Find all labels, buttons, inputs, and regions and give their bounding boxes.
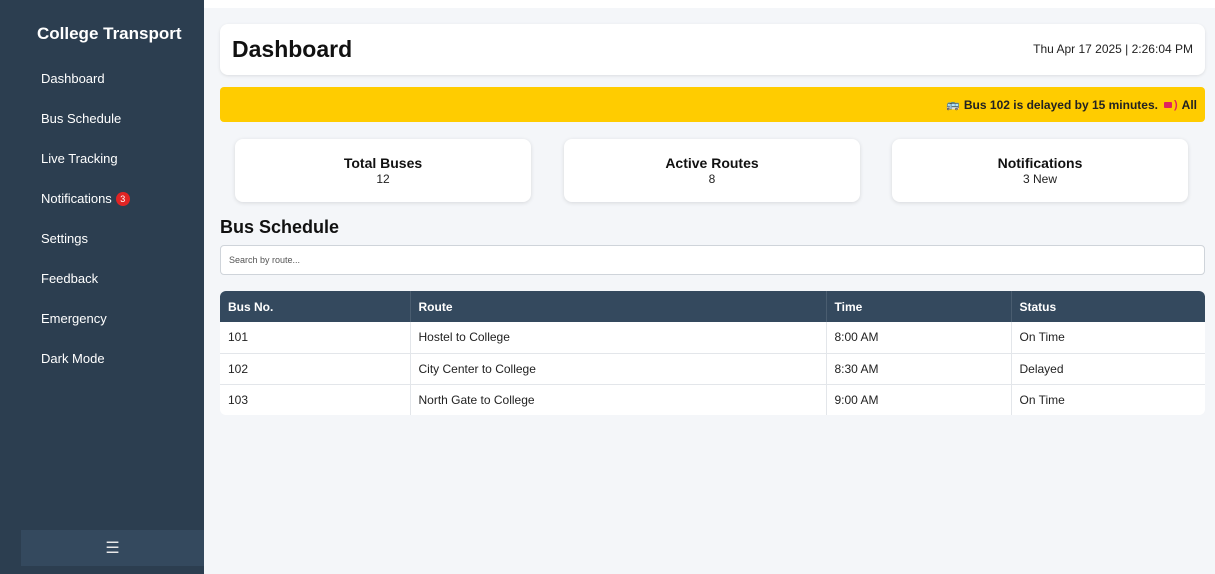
current-datetime: Thu Apr 17 2025 | 2:26:04 PM xyxy=(1033,42,1193,56)
cell-time: 8:30 AM xyxy=(826,353,1012,385)
column-header-bus-no: Bus No. xyxy=(220,291,411,322)
sidebar: College Transport Dashboard Bus Schedule… xyxy=(0,0,204,574)
stat-card-notifications: Notifications 3 New xyxy=(892,139,1188,202)
stat-label: Notifications xyxy=(997,155,1083,171)
table-header-row: Bus No. Route Time Status xyxy=(220,291,1205,322)
hamburger-menu-icon: ☰ xyxy=(105,540,120,557)
sidebar-item-label: Bus Schedule xyxy=(41,110,122,126)
sidebar-nav: Dashboard Bus Schedule Live Tracking Not… xyxy=(0,58,204,378)
column-header-status: Status xyxy=(1011,291,1205,322)
notification-count-badge: 3 xyxy=(115,192,130,206)
cell-bus-no: 102 xyxy=(220,353,411,385)
speaker-icon xyxy=(1163,101,1172,108)
sidebar-item-label: Feedback xyxy=(41,270,99,286)
route-search-input[interactable] xyxy=(220,245,1205,275)
cell-route: Hostel to College xyxy=(410,322,827,354)
section-title-bus-schedule: Bus Schedule xyxy=(220,217,340,237)
sidebar-item-label: Settings xyxy=(41,230,88,246)
sidebar-item-label: Dark Mode xyxy=(41,350,105,366)
sidebar-item-dark-mode[interactable]: Dark Mode xyxy=(0,338,204,378)
sidebar-item-label: Dashboard xyxy=(41,70,105,86)
main-content: Dashboard Thu Apr 17 2025 | 2:26:04 PM 🚌… xyxy=(204,8,1215,574)
bus-schedule-table: Bus No. Route Time Status 101 Hostel to … xyxy=(220,291,1205,415)
cell-route: City Center to College xyxy=(410,353,827,385)
stat-label: Total Buses xyxy=(343,155,423,171)
sidebar-item-label: Notifications xyxy=(41,190,112,206)
stats-row: Total Buses 12 Active Routes 8 Notificat… xyxy=(235,139,1189,202)
column-header-route: Route xyxy=(410,291,827,322)
sidebar-item-feedback[interactable]: Feedback xyxy=(0,258,204,298)
page-title: Dashboard xyxy=(232,36,353,62)
table-row: 103 North Gate to College 9:00 AM On Tim… xyxy=(220,384,1205,415)
table-row: 102 City Center to College 8:30 AM Delay… xyxy=(220,353,1205,385)
header-card: Dashboard Thu Apr 17 2025 | 2:26:04 PM xyxy=(220,24,1205,75)
cell-bus-no: 103 xyxy=(220,384,411,415)
stat-value: 12 xyxy=(376,172,390,186)
sidebar-item-label: Emergency xyxy=(41,310,107,326)
stat-label: Active Routes xyxy=(665,155,759,171)
cell-bus-no: 101 xyxy=(220,322,411,354)
mute-icon: ) xyxy=(1173,98,1178,111)
stat-value: 3 New xyxy=(1022,172,1057,186)
sidebar-item-bus-schedule[interactable]: Bus Schedule xyxy=(0,98,204,138)
sidebar-item-settings[interactable]: Settings xyxy=(0,218,204,258)
table-row: 101 Hostel to College 8:00 AM On Time xyxy=(220,322,1205,354)
cell-status: On Time xyxy=(1011,322,1205,354)
alert-message: Bus 102 is delayed by 15 minutes. xyxy=(963,97,1158,112)
sidebar-toggle-button[interactable]: ☰ xyxy=(21,530,204,566)
sidebar-item-notifications[interactable]: Notifications 3 xyxy=(0,178,204,218)
column-header-time: Time xyxy=(826,291,1012,322)
stat-card-active-routes: Active Routes 8 xyxy=(564,139,860,202)
cell-route: North Gate to College xyxy=(410,384,827,415)
sidebar-item-live-tracking[interactable]: Live Tracking xyxy=(0,138,204,178)
delay-alert-banner: 🚌 Bus 102 is delayed by 15 minutes. ) Al… xyxy=(220,87,1205,122)
cell-status: On Time xyxy=(1019,392,1065,407)
sidebar-item-label: Live Tracking xyxy=(41,150,118,166)
sidebar-item-dashboard[interactable]: Dashboard xyxy=(0,58,204,98)
cell-status: Delayed xyxy=(1011,353,1205,385)
stat-value: 8 xyxy=(708,172,716,186)
app-title: College Transport xyxy=(37,24,182,43)
cell-time: 8:00 AM xyxy=(826,322,1012,354)
stat-card-total-buses: Total Buses 12 xyxy=(235,139,531,202)
alert-suffix: All xyxy=(1181,97,1197,112)
cell-time: 9:00 AM xyxy=(826,384,1012,415)
bus-icon: 🚌 xyxy=(946,99,960,111)
sidebar-item-emergency[interactable]: Emergency xyxy=(0,298,204,338)
